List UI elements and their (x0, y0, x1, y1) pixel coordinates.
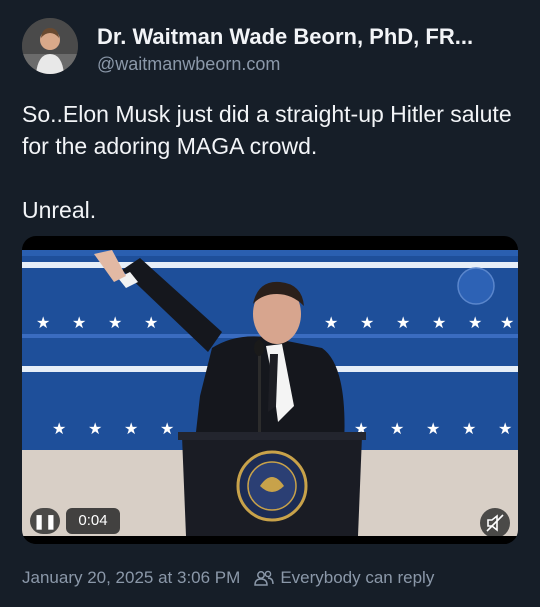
mute-button[interactable] (480, 508, 510, 538)
author-name[interactable]: Dr. Waitman Wade Beorn, PhD, FR... (97, 24, 473, 50)
post-text-line: Unreal. (22, 197, 97, 223)
svg-text:★: ★ (108, 313, 122, 332)
svg-text:★: ★ (36, 313, 50, 332)
svg-text:★: ★ (72, 313, 86, 332)
pause-icon: ❚❚ (33, 513, 57, 529)
svg-text:★: ★ (426, 419, 440, 438)
svg-text:★: ★ (324, 313, 338, 332)
svg-text:★: ★ (390, 419, 404, 438)
author-handle[interactable]: @waitmanwbeorn.com (97, 54, 280, 75)
svg-text:★: ★ (500, 313, 514, 332)
post-text-line: So..Elon Musk just did a straight-up Hit… (22, 101, 512, 159)
post-card: Dr. Waitman Wade Beorn, PhD, FR... @wait… (0, 0, 540, 607)
reply-setting[interactable]: Everybody can reply (254, 568, 434, 588)
svg-text:★: ★ (498, 419, 512, 438)
post-timestamp[interactable]: January 20, 2025 at 3:06 PM (22, 568, 240, 588)
avatar[interactable] (22, 18, 78, 74)
svg-text:★: ★ (124, 419, 138, 438)
svg-text:★: ★ (360, 313, 374, 332)
pause-button[interactable]: ❚❚ (30, 508, 60, 534)
svg-text:★: ★ (88, 419, 102, 438)
svg-text:★: ★ (468, 313, 482, 332)
svg-text:★: ★ (396, 313, 410, 332)
post-text: So..Elon Musk just did a straight-up Hit… (22, 98, 522, 226)
post-footer: January 20, 2025 at 3:06 PM Everybody ca… (22, 568, 434, 588)
mute-icon (486, 514, 504, 532)
svg-text:★: ★ (144, 313, 158, 332)
video-frame: ★ ★ ★ ★ ★ ★ ★ ★ ★ ★ ★ ★ ★ ★ ★ ★ ★ ★ ★ (22, 250, 518, 536)
video-player[interactable]: ★ ★ ★ ★ ★ ★ ★ ★ ★ ★ ★ ★ ★ ★ ★ ★ ★ ★ ★ ❚❚… (22, 236, 518, 544)
svg-text:★: ★ (462, 419, 476, 438)
video-progress-strip[interactable] (22, 536, 518, 544)
people-icon (254, 570, 275, 586)
svg-text:★: ★ (160, 419, 174, 438)
reply-setting-label: Everybody can reply (280, 568, 435, 587)
svg-text:★: ★ (52, 419, 66, 438)
svg-text:★: ★ (432, 313, 446, 332)
video-time-badge: 0:04 (66, 508, 120, 534)
